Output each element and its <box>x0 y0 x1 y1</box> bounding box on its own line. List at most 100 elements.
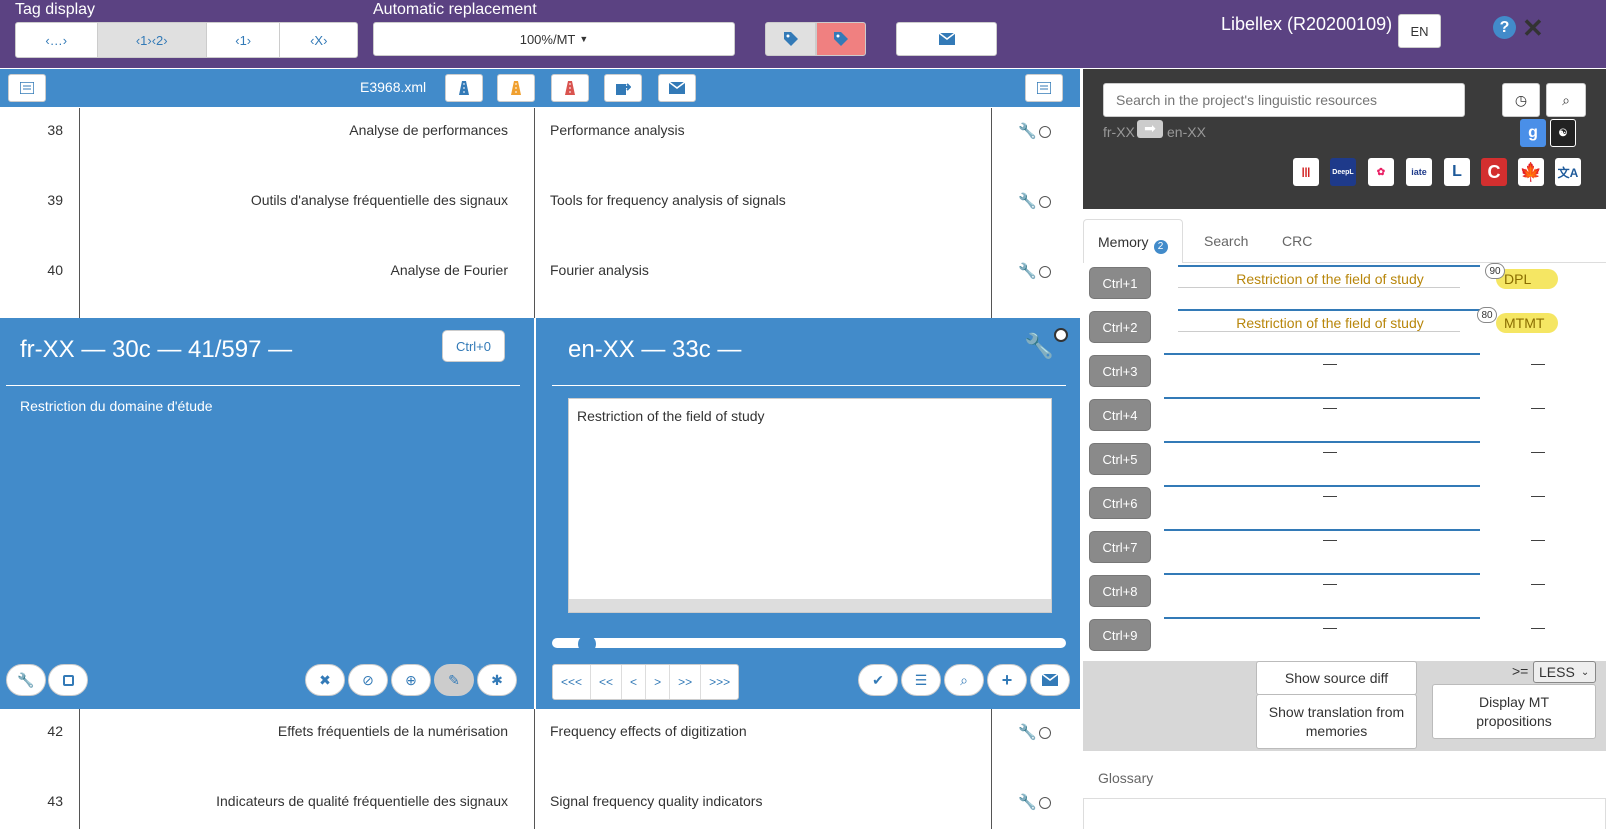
match-row[interactable]: Ctrl+6 — — <box>1083 483 1606 527</box>
wrench-icon[interactable]: 🔧 <box>1018 192 1037 210</box>
segment-row[interactable]: 38 Analyse de performances Performance a… <box>0 108 1080 178</box>
linguee-icon[interactable]: L <box>1444 158 1470 186</box>
source-wrench-button[interactable]: 🔧 <box>6 664 46 696</box>
match-key-button[interactable]: Ctrl+7 <box>1089 531 1151 563</box>
segment-row[interactable]: 43 Indicateurs de qualité fréquentielle … <box>0 779 1080 829</box>
ctrl0-button[interactable]: Ctrl+0 <box>442 330 505 362</box>
wrench-icon[interactable]: 🔧 <box>1018 262 1037 280</box>
status-radio[interactable] <box>1039 797 1051 809</box>
slider-handle[interactable] <box>578 635 596 653</box>
match-row[interactable]: Ctrl+3 — — <box>1083 351 1606 395</box>
display-mt-button[interactable]: Display MT propositions <box>1432 684 1596 739</box>
segment-list-button[interactable] <box>8 74 46 102</box>
match-row[interactable]: Ctrl+9 — — <box>1083 615 1606 659</box>
status-radio[interactable] <box>1039 196 1051 208</box>
mail-button[interactable] <box>896 22 997 56</box>
qa-blue-button[interactable] <box>445 74 483 102</box>
segment-number: 43 <box>47 793 63 809</box>
add-button[interactable]: + <box>987 664 1027 696</box>
nav-prev-button[interactable]: < <box>622 665 647 699</box>
maple-leaf-icon[interactable]: 🍁 <box>1518 158 1544 186</box>
nav-next-page-button[interactable]: >> <box>670 665 702 699</box>
arrow-right-icon[interactable]: ➡ <box>1137 120 1163 138</box>
qa-orange-button[interactable] <box>497 74 535 102</box>
progress-slider[interactable] <box>552 638 1066 648</box>
list-button[interactable]: ☰ <box>901 664 941 696</box>
segment-row[interactable]: 40 Analyse de Fourier Fourier analysis 🔧 <box>0 248 1080 318</box>
doc-mail-button[interactable] <box>658 74 696 102</box>
block-button[interactable]: ⊘ <box>348 664 388 696</box>
deepl-icon[interactable]: DeepL <box>1330 158 1356 186</box>
status-radio[interactable] <box>1039 266 1051 278</box>
right-list-button[interactable] <box>1025 74 1063 102</box>
export-button[interactable] <box>604 74 642 102</box>
search-button[interactable]: ⌕ <box>944 664 984 696</box>
upload-button[interactable]: ⊕ <box>391 664 431 696</box>
match-row[interactable]: Ctrl+2 Restriction of the field of study… <box>1083 307 1606 351</box>
target-textarea[interactable]: Restriction of the field of study <box>568 398 1052 613</box>
tab-crc[interactable]: CRC <box>1268 219 1326 263</box>
match-key-button[interactable]: Ctrl+3 <box>1089 355 1151 387</box>
resource-search-button[interactable]: ⌕ <box>1546 83 1586 117</box>
tab-memory[interactable]: Memory 2 <box>1083 219 1183 263</box>
status-radio[interactable] <box>1039 126 1051 138</box>
tab-search[interactable]: Search <box>1190 219 1262 263</box>
tag-mode-numbered[interactable]: ‹1›‹2› <box>97 23 207 57</box>
language-button[interactable]: EN <box>1398 14 1441 48</box>
resource-search-input[interactable] <box>1103 83 1465 117</box>
match-key-button[interactable]: Ctrl+5 <box>1089 443 1151 475</box>
nav-prev-page-button[interactable]: << <box>591 665 623 699</box>
translate-icon[interactable]: 文A <box>1555 158 1581 186</box>
iate-icon[interactable]: iate <box>1406 158 1432 186</box>
status-radio[interactable] <box>1039 727 1051 739</box>
match-key-button[interactable]: Ctrl+9 <box>1089 619 1151 651</box>
history-button[interactable]: ◷ <box>1502 83 1540 117</box>
source-square-button[interactable] <box>48 664 88 696</box>
show-translation-button[interactable]: Show translation from memories <box>1256 694 1417 749</box>
match-row[interactable]: Ctrl+8 — — <box>1083 571 1606 615</box>
status-radio[interactable] <box>1054 328 1068 342</box>
match-key-button[interactable]: Ctrl+4 <box>1089 399 1151 431</box>
close-icon[interactable]: ✕ <box>1522 13 1544 44</box>
tag-mode-single[interactable]: ‹1› <box>207 23 281 57</box>
tag-mode-ellipsis[interactable]: ‹…› <box>16 23 98 57</box>
threshold-select[interactable]: LESS ⌄ <box>1533 661 1596 683</box>
show-source-diff-button[interactable]: Show source diff <box>1256 661 1417 695</box>
match-key-button[interactable]: Ctrl+6 <box>1089 487 1151 519</box>
segment-row[interactable]: 42 Effets fréquentiels de la numérisatio… <box>0 709 1080 779</box>
match-row[interactable]: Ctrl+7 — — <box>1083 527 1606 571</box>
segment-row[interactable]: 39 Outils d'analyse fréquentielle des si… <box>0 178 1080 248</box>
validate-button[interactable]: ✔ <box>858 664 898 696</box>
match-row[interactable]: Ctrl+5 — — <box>1083 439 1606 483</box>
match-row[interactable]: Ctrl+4 — — <box>1083 395 1606 439</box>
tag-toggle-button[interactable] <box>765 22 816 56</box>
nav-first-button[interactable]: <<< <box>553 665 592 699</box>
tag-remove-button[interactable] <box>816 22 866 56</box>
match-row[interactable]: Ctrl+1 Restriction of the field of study… <box>1083 263 1606 307</box>
help-icon[interactable]: ? <box>1493 16 1516 39</box>
clear-button[interactable]: ✖ <box>305 664 345 696</box>
wrench-icon[interactable]: 🔧 <box>1018 793 1037 811</box>
nav-next-button[interactable]: > <box>646 665 671 699</box>
top-bar: Tag display ‹…› ‹1›‹2› ‹1› ‹X› Automatic… <box>0 0 1606 68</box>
nav-last-button[interactable]: >>> <box>701 665 738 699</box>
pinwheel-icon[interactable]: ✿ <box>1368 158 1394 186</box>
textarea-scrollbar[interactable] <box>569 599 1051 612</box>
wrench-icon[interactable]: 🔧 <box>1018 122 1037 140</box>
termium-icon[interactable]: C <box>1481 158 1507 186</box>
match-key-button[interactable]: Ctrl+8 <box>1089 575 1151 607</box>
match-key-button[interactable]: Ctrl+1 <box>1089 267 1151 299</box>
wrench-icon[interactable]: 🔧 <box>1024 332 1054 361</box>
dictionary-icon[interactable]: ☯ <box>1550 119 1576 147</box>
resource-bars-icon[interactable]: ||| <box>1293 158 1319 186</box>
wrench-icon[interactable]: 🔧 <box>1018 723 1037 741</box>
google-icon[interactable]: g <box>1520 119 1546 147</box>
target-mail-button[interactable] <box>1030 664 1070 696</box>
auto-replace-dropdown[interactable]: 100%/MT ▼ <box>373 22 735 56</box>
match-origin: — <box>1531 619 1545 635</box>
tag-mode-x[interactable]: ‹X› <box>280 23 357 57</box>
edit-button[interactable]: ✎ <box>434 664 474 696</box>
asterisk-button[interactable]: ✱ <box>477 664 517 696</box>
qa-red-button[interactable] <box>551 74 589 102</box>
match-key-button[interactable]: Ctrl+2 <box>1089 311 1151 343</box>
